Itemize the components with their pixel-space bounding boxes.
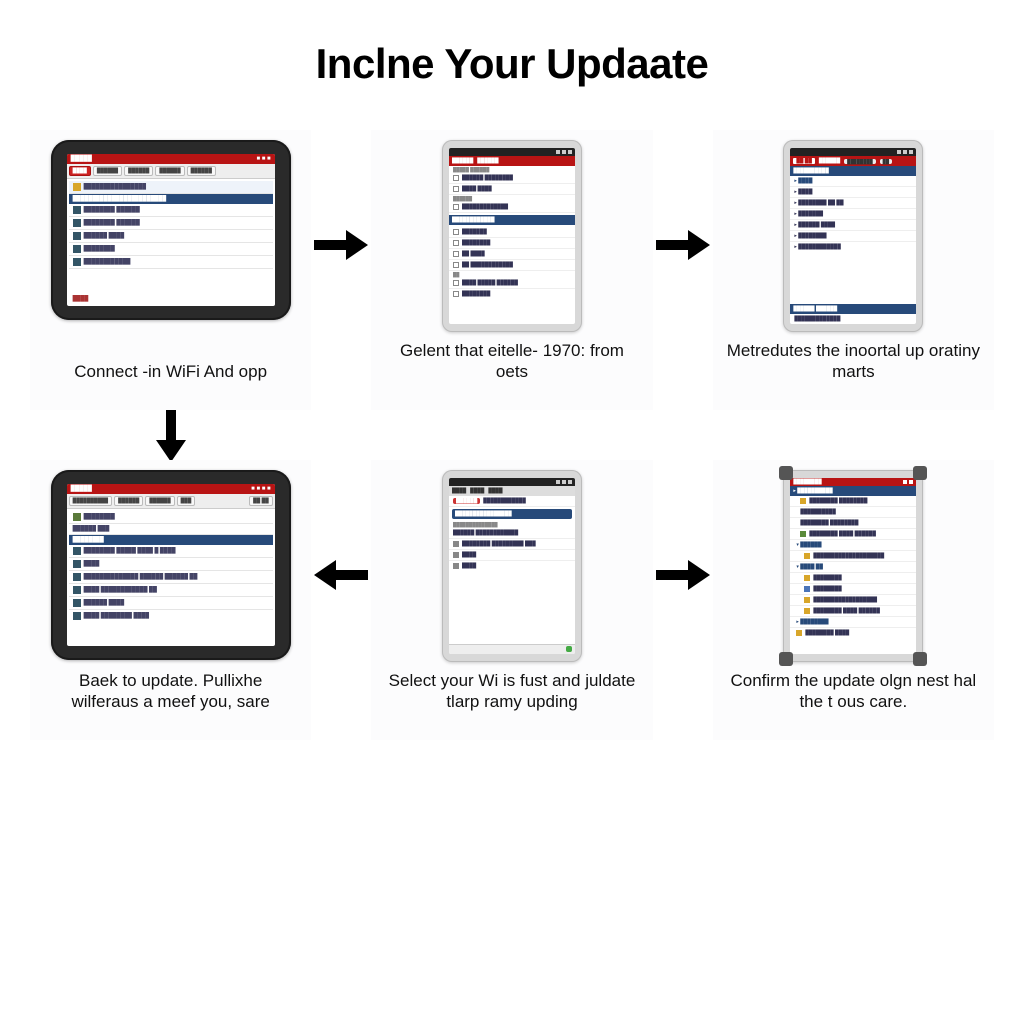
- page-title: Inclne Your Updaate: [0, 0, 1024, 88]
- step-1: █████■ ■ ■ ████████████████████████████ …: [30, 130, 311, 410]
- phone-device: ████████████ █████ ██████ ██████ ███████…: [442, 140, 582, 332]
- steps-grid: █████■ ■ ■ ████████████████████████████ …: [30, 130, 994, 740]
- arrow-down-icon: [30, 410, 311, 460]
- step-caption: Confirm the update olgn nest hal the t o…: [723, 662, 984, 731]
- phone-device: ████████████ ██████████████████ ████████…: [442, 470, 582, 662]
- phone-device: ██ ██████████████████ ██████████ ▸ ████ …: [783, 140, 923, 332]
- step-3: ██ ██████████████████ ██████████ ▸ ████ …: [713, 130, 994, 410]
- step-caption: Metredutes the inoortal up oratiny marts: [723, 332, 984, 401]
- phone-device: ████████ ▸ ██████████ ████████ ████████ …: [783, 470, 923, 662]
- step-caption: Connect -in WiFi And opp: [70, 353, 271, 400]
- step-5: ████████████ ██████████████████ ████████…: [371, 460, 652, 740]
- tablet-device: █████■ ■ ■ ████████████████████████████ …: [51, 140, 291, 320]
- step-6: ████████ ▸ ██████████ ████████ ████████ …: [713, 460, 994, 740]
- step-4: █████■ ■ ■ ■ █████████████████████████ █…: [30, 460, 311, 740]
- tablet-screen: █████■ ■ ■ ████████████████████████████ …: [67, 154, 275, 306]
- step-caption: Select your Wi is fust and juldate tlarp…: [381, 662, 642, 731]
- arrow-right-icon: [311, 130, 371, 410]
- arrow-right-icon: [653, 460, 713, 740]
- arrow-left-icon: [311, 460, 371, 740]
- arrow-right-icon: [653, 130, 713, 410]
- step-2: ████████████ █████ ██████ ██████ ███████…: [371, 130, 652, 410]
- tablet-device: █████■ ■ ■ ■ █████████████████████████ █…: [51, 470, 291, 660]
- step-caption: Gelent that eitelle- 1970: from oets: [381, 332, 642, 401]
- step-caption: Baek to update. Pullixhe wilferaus a mee…: [40, 662, 301, 731]
